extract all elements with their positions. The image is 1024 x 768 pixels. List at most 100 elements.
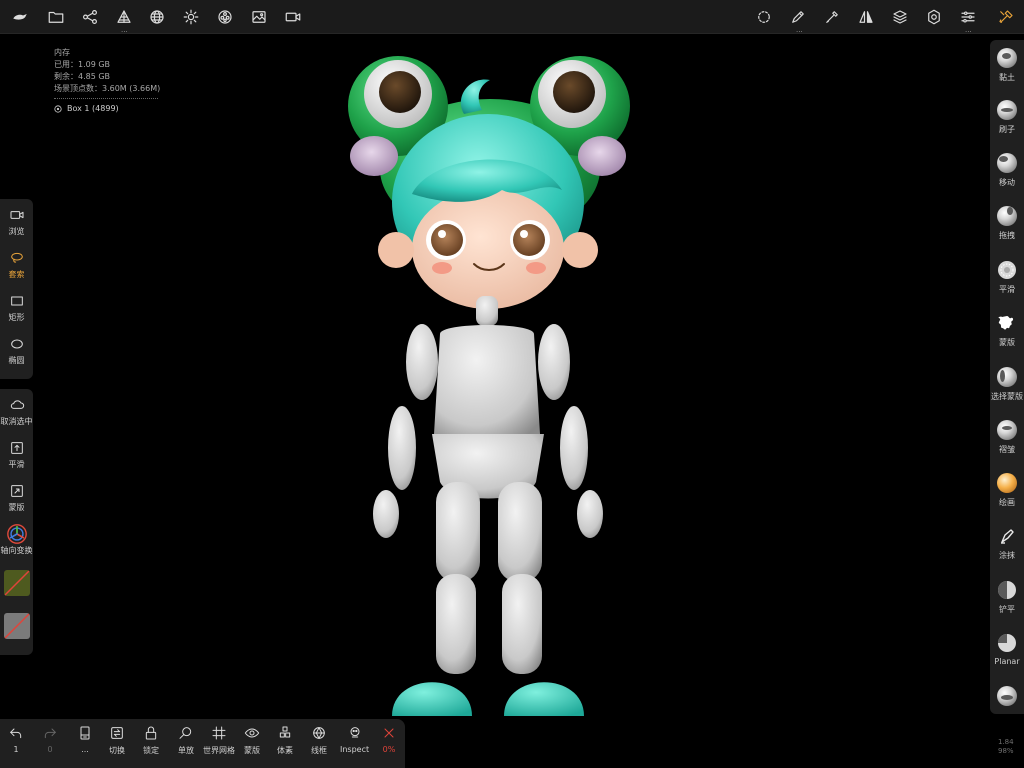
- action-gizmo[interactable]: 轴向变换: [0, 523, 33, 556]
- inspect-label: Inspect: [340, 745, 370, 754]
- memory-title: 内存: [54, 48, 70, 57]
- layers-icon[interactable]: [888, 5, 912, 29]
- action-mask-label: 蒙版: [8, 503, 25, 512]
- eye-icon: [244, 728, 260, 738]
- clay-brush-icon: [997, 48, 1017, 68]
- tool-browse-label: 浏览: [8, 227, 25, 236]
- action-deselect[interactable]: 取消选中: [0, 397, 33, 427]
- disabled-slash-icon: [4, 613, 30, 639]
- action-smooth[interactable]: 平滑: [0, 440, 33, 470]
- lock-label: 锁定: [143, 746, 159, 755]
- sculpt-tools-panel: 黏土 刷子 移动 拖拽 平滑 蒙版 选择蒙版 褶皱 绘画 涂抹 铲平 Plana…: [990, 40, 1024, 714]
- sculpt-tool-move[interactable]: 移动: [990, 153, 1024, 188]
- sculpt-tool-drag[interactable]: 拖拽: [990, 206, 1024, 241]
- history-button[interactable]: ...: [77, 725, 93, 754]
- lasso-icon: [10, 252, 23, 263]
- 3d-viewport[interactable]: [340, 44, 640, 716]
- cancel-button[interactable]: 0%: [381, 725, 397, 754]
- smudge-icon: [1001, 529, 1014, 544]
- drag-brush-icon: [997, 206, 1017, 226]
- lock-button[interactable]: 锁定: [143, 725, 159, 756]
- selection-circle-icon[interactable]: [752, 5, 776, 29]
- redo-button[interactable]: 0: [42, 725, 58, 754]
- undo-button[interactable]: 1: [8, 725, 24, 754]
- sculpt-tool-flatten[interactable]: 铲平: [990, 580, 1024, 615]
- performance-stats: 1.84 98%: [998, 738, 1014, 756]
- image-icon[interactable]: [247, 5, 271, 29]
- sculpt-tool-smudge[interactable]: 涂抹: [990, 526, 1024, 561]
- undo-icon: [10, 728, 22, 739]
- gizmo-icon: [6, 524, 27, 544]
- bottom-toolbar: 1 0 ... 切换 锁定 单放 世界网格 蒙版 体素 线框 Inspect 0…: [0, 719, 405, 768]
- isolate-button[interactable]: 单放: [178, 725, 194, 756]
- sculpt-tool-smooth[interactable]: 平滑: [990, 260, 1024, 295]
- settings-icon[interactable]: [922, 5, 946, 29]
- smooth-brush-icon: [998, 261, 1016, 279]
- world-grid-button[interactable]: 世界网格: [203, 725, 235, 756]
- memory-used: 已用：1.09 GB: [54, 60, 111, 69]
- sculpt-tool-brush[interactable]: 刷子: [990, 100, 1024, 135]
- sculpt-tool-label: 拖拽: [999, 231, 1015, 240]
- folder-icon[interactable]: [44, 5, 68, 29]
- sculpt-tool-label: 绘画: [999, 498, 1015, 507]
- world-grid-label: 世界网格: [203, 746, 235, 755]
- sculpt-tool-more[interactable]: [990, 686, 1024, 706]
- mask-icon: [10, 485, 23, 497]
- logo-icon[interactable]: [8, 5, 32, 29]
- toggle-label: 切换: [109, 746, 125, 755]
- redo-icon: [44, 728, 56, 739]
- symmetry-icon[interactable]: [854, 5, 878, 29]
- sculpt-tool-planar[interactable]: Planar: [990, 633, 1024, 666]
- camera-icon: [10, 211, 23, 219]
- voxel-icon: [279, 726, 291, 738]
- voxel-button[interactable]: 体素: [277, 725, 293, 756]
- move-brush-icon: [997, 153, 1017, 173]
- lock-icon: [145, 726, 157, 740]
- camera-icon[interactable]: [281, 5, 305, 29]
- selection-tools-panel: 浏览 套索 矩形 椭圆: [0, 199, 33, 379]
- grid-icon: [212, 726, 226, 740]
- tool-lasso[interactable]: 套索: [0, 250, 33, 280]
- scene-graph-icon[interactable]: [78, 5, 102, 29]
- crease-brush-icon: [997, 420, 1017, 440]
- fps-readout: 1.84: [998, 738, 1014, 746]
- tool-ellipse[interactable]: 椭圆: [0, 336, 33, 366]
- redo-count: 0: [47, 745, 53, 754]
- inspect-button[interactable]: Inspect: [340, 725, 369, 754]
- info-divider: [54, 98, 158, 99]
- sculpt-tool-select-mask[interactable]: 选择蒙版: [990, 367, 1024, 402]
- ellipse-icon: [10, 339, 23, 349]
- tool-rectangle[interactable]: 矩形: [0, 293, 33, 323]
- isolate-icon: [179, 727, 192, 739]
- tools-icon[interactable]: [994, 5, 1018, 29]
- mask-actions-panel: 取消选中 平滑 蒙版 轴向变换: [0, 389, 33, 655]
- mask-color-swatch[interactable]: [4, 613, 30, 639]
- sun-icon[interactable]: [179, 5, 203, 29]
- wireframe-label: 线框: [311, 746, 327, 755]
- sculpt-tool-label: 蒙版: [999, 338, 1015, 347]
- sliders-more: ...: [965, 26, 972, 34]
- mesh-info[interactable]: Box 1 (4899): [54, 103, 160, 115]
- tool-browse[interactable]: 浏览: [0, 207, 33, 237]
- action-mask[interactable]: 蒙版: [0, 483, 33, 513]
- eyedropper-icon[interactable]: [820, 5, 844, 29]
- sculpt-tool-label: 移动: [999, 178, 1015, 187]
- select-mask-icon: [997, 367, 1017, 387]
- topology-more: ...: [121, 26, 128, 34]
- wireframe-button[interactable]: 线框: [311, 725, 327, 756]
- memory-info: 内存 已用：1.09 GB 剩余：4.85 GB 场景顶点数：3.60M (3.…: [54, 47, 160, 115]
- mesh-name: Box 1 (4899): [67, 104, 119, 113]
- toggle-icon: [111, 727, 123, 739]
- sculpt-tool-crease[interactable]: 褶皱: [990, 420, 1024, 455]
- toggle-button[interactable]: 切换: [109, 725, 125, 756]
- top-toolbar: ... ... ...: [0, 0, 1024, 34]
- sphere-grid-icon[interactable]: [145, 5, 169, 29]
- disabled-slash-icon: [4, 570, 30, 596]
- sculpt-tool-mask[interactable]: 蒙版: [990, 313, 1024, 348]
- material-color-swatch[interactable]: [4, 570, 30, 596]
- mask-visibility-button[interactable]: 蒙版: [244, 725, 260, 756]
- sculpt-tool-clay[interactable]: 黏土: [990, 48, 1024, 83]
- sculpt-tool-paint[interactable]: 绘画: [990, 473, 1024, 508]
- paint-brush-icon: [997, 473, 1017, 493]
- material-icon[interactable]: [213, 5, 237, 29]
